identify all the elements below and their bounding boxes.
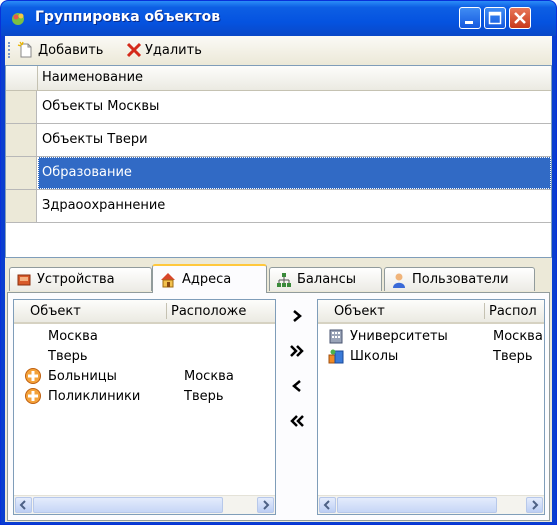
item-name: Школы xyxy=(350,348,399,364)
arrow-left-icon xyxy=(323,500,330,510)
school-icon xyxy=(328,349,344,364)
minimize-button[interactable] xyxy=(459,7,481,29)
tab-users[interactable]: Пользователи xyxy=(384,267,535,291)
list-item[interactable]: Больницы Москва xyxy=(24,366,264,386)
scroll-right-button[interactable] xyxy=(257,497,274,513)
scroll-right-button[interactable] xyxy=(526,497,543,513)
tab-strip: Устройства Адреса Балансы Пользователи xyxy=(7,264,550,293)
window-title: Группировка объектов xyxy=(35,9,221,25)
user-icon xyxy=(393,273,405,288)
minimize-icon xyxy=(465,21,473,24)
tab-label: Пользователи xyxy=(412,272,509,287)
add-button-label: Добавить xyxy=(38,42,104,58)
toolbar-grip[interactable] xyxy=(8,42,13,58)
column-header-object[interactable]: Объект xyxy=(30,304,81,319)
list-item[interactable]: Тверь xyxy=(48,346,88,366)
toolbar: Добавить Удалить xyxy=(5,36,552,64)
scroll-thumb[interactable] xyxy=(337,497,497,513)
item-location: Тверь xyxy=(184,388,224,404)
list-item[interactable]: Поликлиники Тверь xyxy=(24,386,264,406)
grid-header: Наименование xyxy=(6,66,551,91)
new-document-icon xyxy=(17,41,32,58)
grid-row[interactable]: Объекты Москвы xyxy=(6,91,551,124)
move-left-button[interactable] xyxy=(286,375,308,397)
delete-button-label: Удалить xyxy=(145,42,202,58)
list-item[interactable]: Университеты Москва xyxy=(328,326,543,346)
horizontal-scrollbar[interactable] xyxy=(14,495,275,514)
grid-row-label: Объекты Москвы xyxy=(42,99,160,114)
column-header-name[interactable]: Наименование xyxy=(42,70,143,85)
grid-row[interactable]: Здраоохраннение xyxy=(6,190,551,223)
item-location: Тверь xyxy=(493,348,533,364)
list-header: Объект Расположе xyxy=(14,300,275,324)
home-icon xyxy=(161,272,175,287)
scroll-left-button[interactable] xyxy=(319,497,336,513)
double-chevron-left-icon xyxy=(290,415,304,427)
column-header-location[interactable]: Расположе xyxy=(171,304,246,319)
hierarchy-icon xyxy=(277,272,291,287)
addresses-panel: Объект Расположе Москва Тверь Больницы М… xyxy=(7,292,550,521)
grid-row-label: Здраоохраннение xyxy=(42,198,166,213)
arrow-left-icon xyxy=(19,500,26,510)
app-icon xyxy=(12,13,24,25)
list-item[interactable]: Школы Тверь xyxy=(328,346,543,366)
grid-row[interactable]: Объекты Твери xyxy=(6,124,551,157)
item-location: Москва xyxy=(493,328,543,344)
grid-row-label: Объекты Твери xyxy=(42,132,148,147)
row-indicator[interactable] xyxy=(6,91,37,123)
chevron-left-icon xyxy=(292,380,301,392)
list-header: Объект Распол xyxy=(318,300,544,324)
horizontal-scrollbar[interactable] xyxy=(318,495,544,514)
row-indicator[interactable] xyxy=(6,190,37,222)
delete-x-icon xyxy=(126,42,142,58)
move-right-button[interactable] xyxy=(286,305,308,327)
grid-row-label: Образование xyxy=(42,165,132,180)
arrow-right-icon xyxy=(263,500,270,510)
list-item[interactable]: Москва xyxy=(48,326,98,346)
tab-label: Устройства xyxy=(37,272,115,287)
selected-objects-list[interactable]: Объект Распол Университеты Москва Школы … xyxy=(317,299,545,515)
double-chevron-right-icon xyxy=(290,345,304,357)
scroll-thumb[interactable] xyxy=(33,497,223,513)
item-name: Поликлиники xyxy=(48,388,141,404)
medical-cross-icon xyxy=(25,368,41,384)
item-name: Больницы xyxy=(48,368,117,384)
move-all-right-button[interactable] xyxy=(286,340,308,362)
arrow-right-icon xyxy=(532,500,539,510)
maximize-button[interactable] xyxy=(484,7,506,29)
item-name: Университеты xyxy=(350,328,448,344)
tab-devices[interactable]: Устройства xyxy=(9,267,152,291)
scroll-left-button[interactable] xyxy=(15,497,32,513)
grid-row-selected[interactable]: Образование xyxy=(6,157,551,190)
tab-addresses[interactable]: Адреса xyxy=(152,264,267,293)
title-bar[interactable]: Группировка объектов xyxy=(1,1,556,36)
item-name: Тверь xyxy=(48,348,88,364)
tab-label: Адреса xyxy=(182,272,232,287)
row-indicator[interactable] xyxy=(6,124,37,156)
close-button[interactable] xyxy=(509,7,531,29)
building-icon xyxy=(329,329,343,344)
chevron-right-icon xyxy=(293,310,302,322)
medical-cross-icon xyxy=(25,388,41,404)
delete-button[interactable]: Удалить xyxy=(126,41,202,59)
item-location: Москва xyxy=(184,368,234,384)
tab-balances[interactable]: Балансы xyxy=(269,267,382,291)
groups-grid: Наименование Объекты Москвы Объекты Твер… xyxy=(5,65,552,258)
client-area: Добавить Удалить Наименование Объекты Мо… xyxy=(5,36,552,522)
add-button[interactable]: Добавить xyxy=(17,41,103,59)
tab-label: Балансы xyxy=(297,272,357,287)
maximize-icon xyxy=(488,11,502,25)
column-header-location[interactable]: Распол xyxy=(489,304,537,319)
grid-header-indicator xyxy=(6,66,38,90)
window: Группировка объектов Добавить Удалить На… xyxy=(0,0,557,525)
device-icon xyxy=(17,274,31,285)
column-divider[interactable] xyxy=(166,303,167,319)
column-divider[interactable] xyxy=(484,303,485,319)
close-icon xyxy=(514,12,526,24)
column-header-object[interactable]: Объект xyxy=(334,304,385,319)
row-indicator[interactable] xyxy=(6,157,37,189)
item-name: Москва xyxy=(48,328,98,344)
available-objects-list[interactable]: Объект Расположе Москва Тверь Больницы М… xyxy=(13,299,276,515)
move-all-left-button[interactable] xyxy=(286,410,308,432)
